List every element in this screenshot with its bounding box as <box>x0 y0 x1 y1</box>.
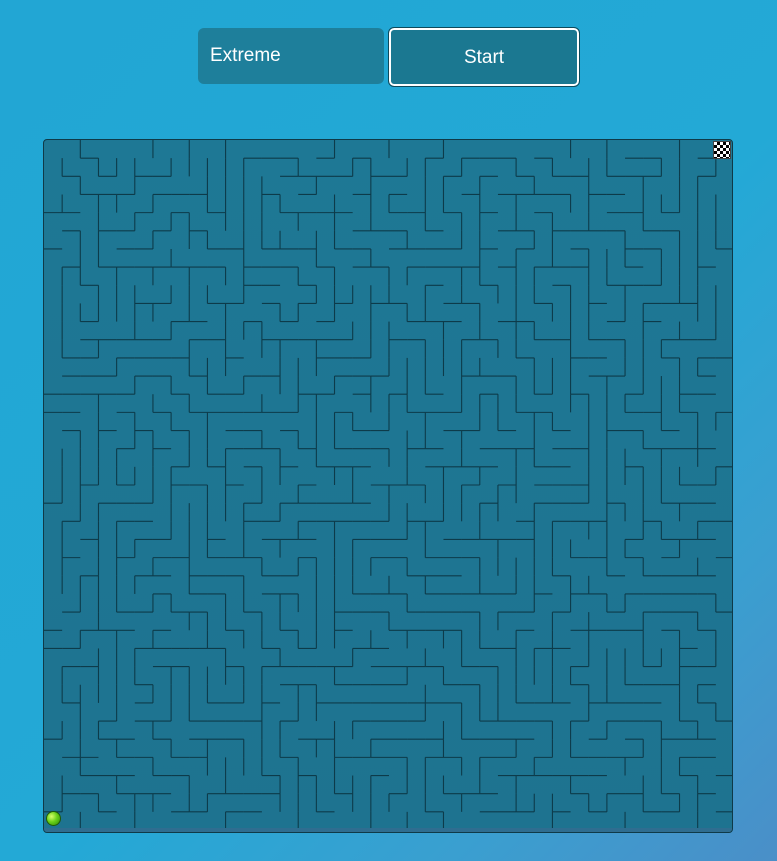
start-button[interactable]: Start <box>388 27 580 87</box>
goal-flag-icon <box>713 141 731 159</box>
difficulty-select[interactable]: Extreme <box>198 28 384 84</box>
maze-walls <box>44 140 732 830</box>
game-controls: Extreme Start <box>198 27 580 87</box>
maze-bottom-edge <box>44 828 732 832</box>
player-ball-icon[interactable] <box>46 811 61 826</box>
maze-board[interactable] <box>43 139 733 833</box>
